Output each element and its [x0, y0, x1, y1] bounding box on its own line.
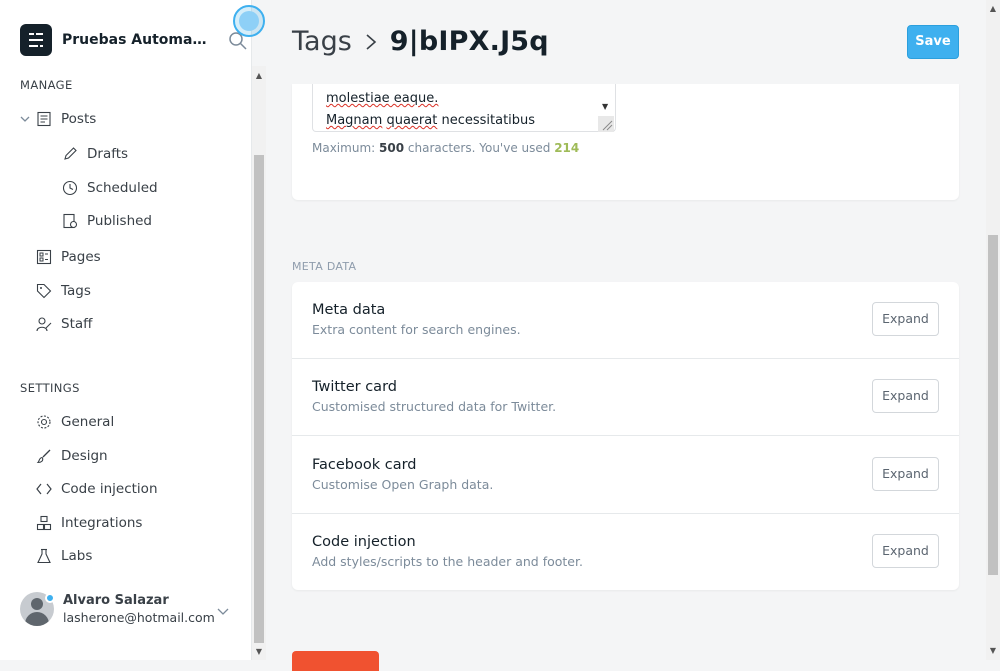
meta-row-title: Facebook card	[312, 457, 417, 473]
expand-code-injection-button[interactable]: Expand	[872, 534, 939, 568]
meta-row-description: Extra content for search engines.	[312, 322, 521, 337]
code-icon	[36, 483, 52, 495]
sidebar-item-label: Code injection	[61, 481, 158, 497]
sidebar-item-integrations[interactable]: Integrations	[36, 510, 142, 536]
scroll-up-arrow-icon[interactable]: ▲	[252, 70, 266, 82]
sidebar-item-label: Scheduled	[87, 180, 158, 196]
gear-icon	[37, 415, 51, 429]
sidebar-item-label: Pages	[61, 249, 101, 265]
textarea-text: quaerat	[386, 113, 438, 128]
site-logo-icon	[20, 24, 52, 56]
pages-icon	[36, 249, 52, 265]
meta-row-title: Twitter card	[312, 379, 397, 395]
sidebar-item-drafts[interactable]: Drafts	[62, 141, 128, 167]
sidebar-item-staff[interactable]: Staff	[36, 311, 92, 337]
resize-grip-icon[interactable]	[598, 116, 614, 132]
manage-section-label: MANAGE	[20, 78, 73, 92]
meta-row-title: Code injection	[312, 534, 416, 550]
textarea-text: Magnam	[326, 113, 383, 128]
page-scrollbar-thumb[interactable]	[988, 235, 998, 575]
integrations-icon	[36, 515, 52, 531]
character-count: Maximum: 500 characters. You've used 214	[312, 141, 580, 155]
sidebar-item-label: Posts	[61, 111, 97, 127]
delete-tag-button[interactable]	[292, 651, 379, 671]
onboarding-pulse[interactable]	[233, 5, 265, 37]
sidebar-item-posts[interactable]: Posts	[36, 106, 96, 132]
sidebar-item-code-injection[interactable]: Code injection	[36, 476, 158, 502]
site-name: Pruebas Automatización	[62, 32, 212, 48]
site-brand[interactable]: Pruebas Automatización	[20, 24, 212, 56]
meta-row-facebook-card: Facebook card Customise Open Graph data.…	[292, 437, 959, 514]
sidebar-item-label: General	[61, 414, 115, 430]
pencil-icon	[64, 147, 77, 160]
sidebar: Pruebas Automatización MANAGE Posts Draf…	[0, 0, 252, 660]
sidebar-item-general[interactable]: General	[36, 409, 114, 435]
description-textarea[interactable]: molestiae eaque. Magnam quaerat necessit…	[312, 84, 616, 132]
posts-icon	[37, 111, 51, 127]
sidebar-item-design[interactable]: Design	[36, 443, 108, 469]
expand-twitter-card-button[interactable]: Expand	[872, 379, 939, 413]
scroll-up-arrow-icon[interactable]: ▲	[986, 4, 1000, 13]
meta-row-meta-data: Meta data Extra content for search engin…	[292, 282, 959, 359]
sidebar-item-labs[interactable]: Labs	[36, 543, 92, 569]
breadcrumb: Tags 9|bIPX.J5q	[292, 26, 549, 57]
sidebar-item-label: Integrations	[61, 515, 143, 531]
notification-dot	[45, 593, 55, 603]
save-button[interactable]: Save	[907, 25, 959, 59]
description-card: molestiae eaque. Magnam quaerat necessit…	[292, 84, 959, 200]
sidebar-item-label: Tags	[61, 283, 91, 299]
sidebar-item-label: Design	[61, 448, 108, 464]
meta-row-description: Customise Open Graph data.	[312, 477, 494, 492]
sidebar-item-label: Published	[87, 213, 152, 229]
main-content: molestiae eaque. Magnam quaerat necessit…	[266, 0, 986, 671]
page-header: Tags 9|bIPX.J5q Save	[266, 0, 986, 84]
staff-icon	[36, 317, 52, 332]
meta-data-section-label: META DATA	[292, 260, 357, 273]
textarea-text: molestiae eaque.	[326, 91, 439, 106]
textarea-scroll-icon[interactable]: ▼	[602, 102, 608, 111]
flask-icon	[37, 548, 51, 564]
meta-row-description: Customised structured data for Twitter.	[312, 399, 557, 414]
brush-icon	[36, 449, 51, 464]
meta-row-twitter-card: Twitter card Customised structured data …	[292, 359, 959, 436]
scroll-down-arrow-icon[interactable]: ▼	[252, 646, 266, 658]
expand-facebook-card-button[interactable]: Expand	[872, 457, 939, 491]
sidebar-item-label: Drafts	[87, 146, 129, 162]
published-icon	[63, 213, 78, 229]
user-email: lasherone@hotmail.com	[63, 610, 215, 625]
breadcrumb-tags-link[interactable]: Tags	[292, 26, 352, 57]
sidebar-item-scheduled[interactable]: Scheduled	[62, 175, 158, 201]
chevron-down-icon[interactable]	[18, 112, 32, 126]
settings-section-label: SETTINGS	[20, 381, 80, 395]
chevron-down-icon[interactable]	[216, 604, 230, 618]
sidebar-scrollbar-thumb[interactable]	[254, 155, 264, 643]
textarea-text: necessitatibus	[441, 113, 536, 128]
clock-icon	[62, 180, 78, 196]
expand-meta-data-button[interactable]: Expand	[872, 302, 939, 336]
meta-data-card: Meta data Extra content for search engin…	[292, 282, 959, 590]
meta-row-title: Meta data	[312, 302, 386, 318]
sidebar-item-label: Staff	[61, 316, 93, 332]
meta-row-code-injection: Code injection Add styles/scripts to the…	[292, 514, 959, 591]
scroll-down-arrow-icon[interactable]: ▼	[986, 646, 1000, 655]
sidebar-item-published[interactable]: Published	[62, 208, 152, 234]
sidebar-item-label: Labs	[61, 548, 93, 564]
page-title: 9|bIPX.J5q	[389, 26, 549, 57]
sidebar-item-pages[interactable]: Pages	[36, 244, 101, 270]
sidebar-item-tags[interactable]: Tags	[36, 278, 91, 304]
chevron-right-icon	[366, 33, 376, 50]
meta-row-description: Add styles/scripts to the header and foo…	[312, 554, 583, 569]
user-name: Alvaro Salazar	[63, 593, 169, 608]
tag-icon	[36, 283, 52, 299]
